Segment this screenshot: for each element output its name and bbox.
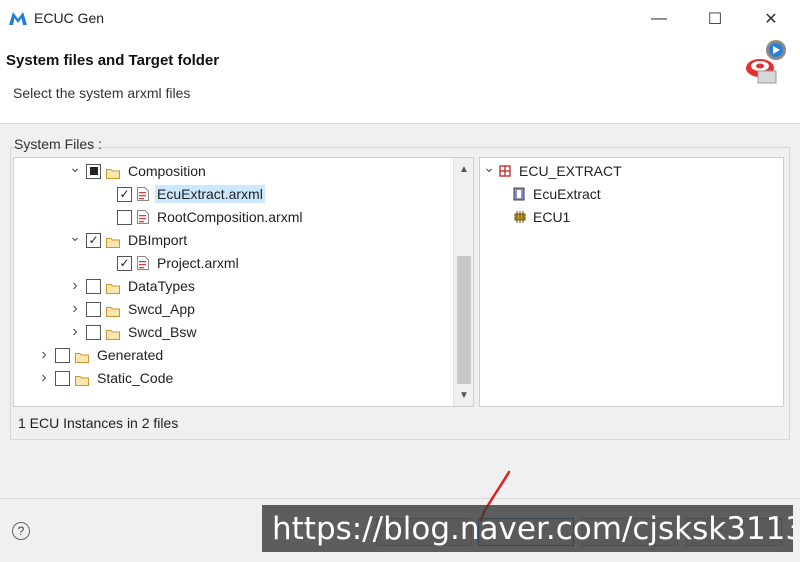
chevron-right-icon[interactable]: › xyxy=(37,369,51,387)
checkbox-swcd-bsw[interactable] xyxy=(86,324,101,340)
chevron-down-icon[interactable]: ⌄ xyxy=(482,159,496,176)
app-logo-icon xyxy=(9,12,27,25)
ecu-tree-item-label: ECU_EXTRACT xyxy=(519,163,622,179)
tree-item-label: Swcd_App xyxy=(128,301,195,317)
ecu-instance-icon xyxy=(513,210,526,224)
scroll-up-icon[interactable]: ▲ xyxy=(454,160,473,178)
scrollbar-thumb[interactable] xyxy=(457,256,471,384)
chevron-right-icon[interactable]: › xyxy=(68,300,82,318)
help-icon: ? xyxy=(17,524,25,538)
tree-item-label: EcuExtract.arxml xyxy=(155,185,265,203)
window-title: ECUC Gen xyxy=(34,10,105,26)
checkbox-rootcomposition-arxml[interactable] xyxy=(117,209,132,225)
checkbox-project-arxml[interactable]: ✓ xyxy=(117,255,132,271)
ecu-instances-tree[interactable]: ⌄ ECU_EXTRACT EcuExtract ECU1 xyxy=(479,157,784,407)
tree-item-datatypes[interactable]: › DataTypes xyxy=(68,275,197,297)
checkbox-swcd-app[interactable] xyxy=(86,301,101,317)
tree-item-ecuextract-arxml[interactable]: ✓ EcuExtract.arxml xyxy=(99,183,265,205)
folder-icon xyxy=(106,327,120,340)
arxml-file-icon xyxy=(137,210,149,224)
footer-divider xyxy=(0,498,800,499)
tree-item-swcd-app[interactable]: › Swcd_App xyxy=(68,298,197,320)
ecu-tree-item-label: EcuExtract xyxy=(533,186,601,202)
watermark-overlay: https://blog.naver.com/cjsksk3113 xyxy=(262,505,793,552)
minimize-button[interactable]: — xyxy=(636,0,682,38)
close-icon: ✕ xyxy=(764,11,778,28)
checkbox-datatypes[interactable] xyxy=(86,278,101,294)
title-bar: ECUC Gen — ☐ ✕ xyxy=(0,0,800,38)
maximize-icon: ☐ xyxy=(707,11,723,28)
tree-item-label: Composition xyxy=(128,163,206,179)
close-button[interactable]: ✕ xyxy=(748,0,794,38)
checkbox-generated[interactable] xyxy=(55,347,70,363)
ecu-instance-count: 1 ECU Instances in 2 files xyxy=(18,415,179,431)
ecu-extract-icon xyxy=(499,164,511,178)
chevron-right-icon[interactable]: › xyxy=(68,323,82,341)
tree-item-composition[interactable]: ⌄ Composition xyxy=(68,159,208,182)
tree-item-label: Generated xyxy=(97,347,164,363)
folder-icon xyxy=(106,281,120,294)
wizard-banner-icon xyxy=(746,40,786,84)
checkbox-static-code[interactable] xyxy=(55,370,70,386)
folder-icon xyxy=(75,350,89,363)
page-title: System files and Target folder xyxy=(6,52,220,69)
chevron-right-icon[interactable]: › xyxy=(68,277,82,295)
tree-item-label: RootComposition.arxml xyxy=(157,209,303,225)
maximize-button[interactable]: ☐ xyxy=(692,0,738,38)
tree-item-label: Swcd_Bsw xyxy=(128,324,197,340)
page-description: Select the system arxml files xyxy=(13,85,191,101)
tree-item-swcd-bsw[interactable]: › Swcd_Bsw xyxy=(68,321,198,343)
folder-icon xyxy=(106,304,120,317)
chevron-down-icon[interactable]: ⌄ xyxy=(68,228,82,245)
ecu-tree-item-ecu1[interactable]: ECU1 xyxy=(510,206,572,228)
tree-item-generated[interactable]: › Generated xyxy=(37,344,165,366)
tree-item-label: Project.arxml xyxy=(157,255,239,271)
tree-item-label: Static_Code xyxy=(97,370,174,386)
tree-item-label: DataTypes xyxy=(128,278,195,294)
tree-item-dbimport[interactable]: ⌄ ✓ DBImport xyxy=(68,228,189,251)
chevron-right-icon[interactable]: › xyxy=(37,346,51,364)
tree-item-project-arxml[interactable]: ✓ Project.arxml xyxy=(99,252,241,274)
minimize-icon: — xyxy=(651,10,667,27)
tree-item-label: DBImport xyxy=(128,232,188,248)
tree-scrollbar[interactable]: ▲ ▼ xyxy=(453,158,473,406)
ecu-tree-item-label: ECU1 xyxy=(533,209,571,225)
folder-icon xyxy=(106,235,120,248)
chevron-down-icon[interactable]: ⌄ xyxy=(68,159,82,176)
tree-item-static-code[interactable]: › Static_Code xyxy=(37,367,175,389)
checkbox-dbimport[interactable]: ✓ xyxy=(86,232,101,248)
scroll-down-icon[interactable]: ▼ xyxy=(454,386,473,404)
tree-item-rootcomposition-arxml[interactable]: RootComposition.arxml xyxy=(99,206,305,228)
system-files-label: System Files : xyxy=(14,136,102,152)
help-button[interactable]: ? xyxy=(12,522,30,540)
ecu-tree-item-ecu-extract[interactable]: ⌄ ECU_EXTRACT xyxy=(482,159,624,182)
checkbox-ecuextract-arxml[interactable]: ✓ xyxy=(117,186,132,202)
ecu-tree-item-ecuextract[interactable]: EcuExtract xyxy=(510,183,603,205)
folder-icon xyxy=(75,373,89,386)
arxml-file-icon xyxy=(137,187,149,201)
ecuc-gen-window: ECUC Gen — ☐ ✕ System files and Target f… xyxy=(0,0,800,562)
arxml-file-icon xyxy=(137,256,149,270)
checkbox-composition[interactable] xyxy=(86,163,101,179)
folder-icon xyxy=(106,166,120,179)
wizard-header: System files and Target folder Select th… xyxy=(0,38,800,124)
system-files-tree[interactable]: ▲ ▼ ⌄ Composition ✓ EcuExtract.arxml RootCom… xyxy=(13,157,474,407)
system-icon xyxy=(513,187,525,201)
